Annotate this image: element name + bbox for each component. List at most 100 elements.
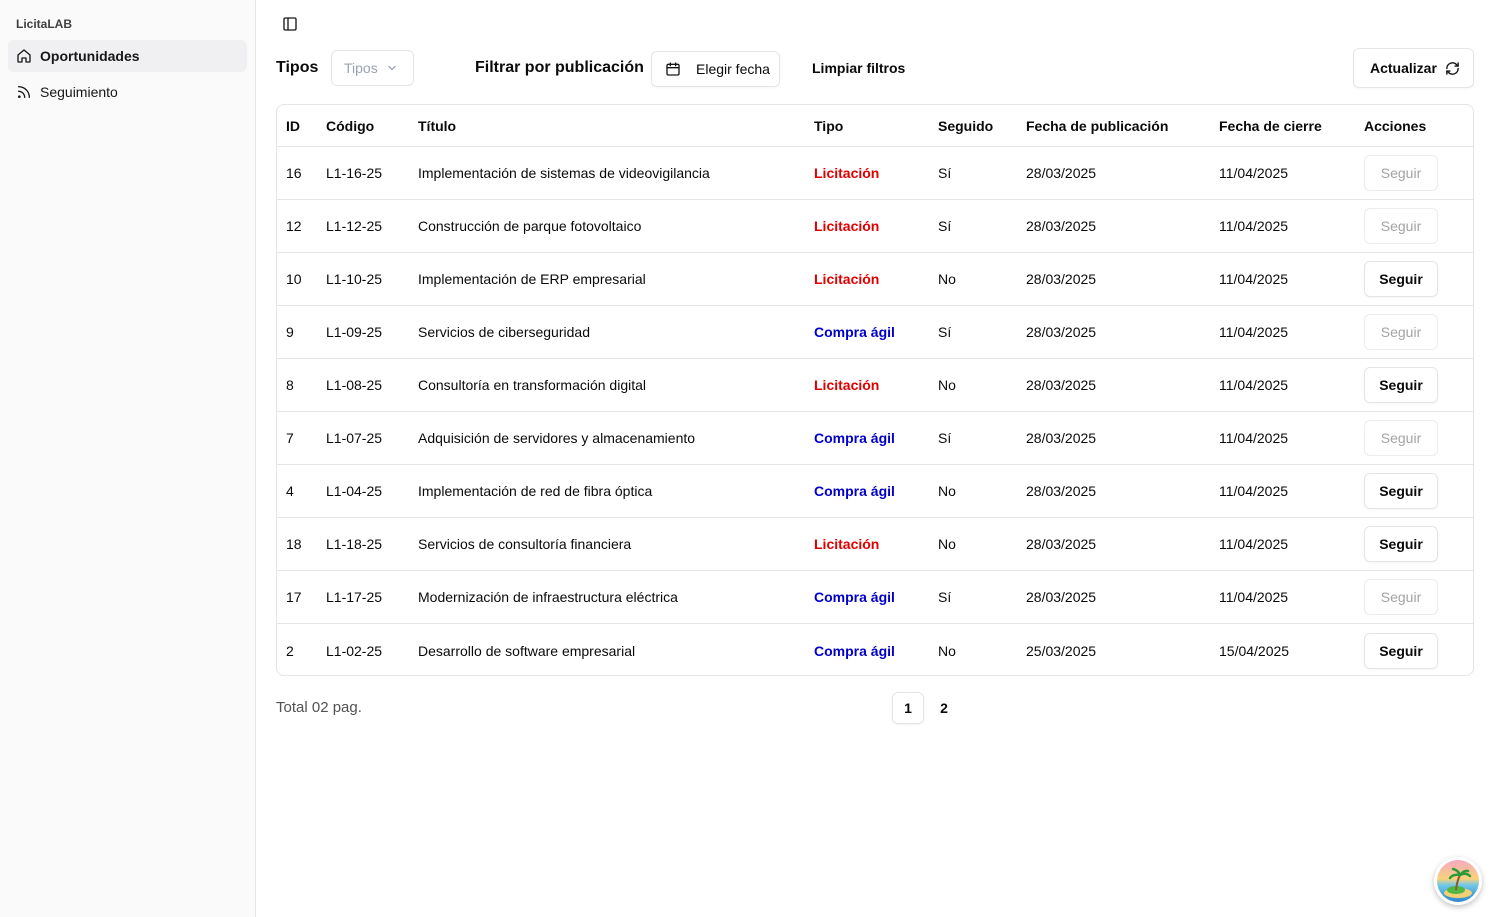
cell-titulo: Desarrollo de software empresarial — [418, 642, 636, 659]
refresh-label: Actualizar — [1370, 60, 1437, 76]
cell-fecha-publicacion: 28/03/2025 — [1026, 536, 1097, 552]
follow-button[interactable]: Seguir — [1364, 632, 1438, 669]
island-avatar-icon — [1434, 857, 1482, 905]
follow-button[interactable]: Seguir — [1364, 526, 1438, 562]
cell-acciones: Seguir — [1364, 359, 1438, 411]
table-row: 18 L1-18-25 Servicios de consultoría finan… — [277, 518, 1473, 571]
cell-codigo: L1-16-25 — [326, 165, 383, 181]
header-acciones: Acciones — [1364, 117, 1427, 134]
cell-tipo: Compra ágil — [814, 642, 895, 659]
refresh-icon — [1445, 61, 1460, 76]
cell-titulo: Adquisición de servidores y almacenamien… — [418, 430, 696, 446]
refresh-button[interactable]: Actualizar — [1353, 48, 1474, 88]
sidebar-item-label: Oportunidades — [40, 48, 140, 64]
cell-codigo: L1-07-25 — [326, 430, 383, 446]
cell-tipo: Licitación — [814, 377, 880, 393]
follow-button: Seguir — [1364, 579, 1438, 615]
cell-tipo: Licitación — [814, 536, 880, 552]
date-picker-button[interactable]: Elegir fecha — [651, 51, 780, 87]
cell-fecha-cierre: 11/04/2025 — [1219, 377, 1289, 393]
cell-tipo: Compra ágil — [814, 483, 895, 499]
cell-seguido: Sí — [938, 589, 952, 605]
cell-codigo: L1-18-25 — [326, 536, 383, 552]
follow-button[interactable]: Seguir — [1364, 261, 1438, 297]
cell-codigo: L1-10-25 — [326, 271, 383, 287]
cell-titulo: Implementación de red de fibra óptica — [418, 483, 653, 499]
cell-acciones: Seguir — [1364, 465, 1438, 517]
cell-fecha-publicacion: 28/03/2025 — [1026, 165, 1097, 181]
cell-fecha-publicacion: 28/03/2025 — [1026, 430, 1097, 446]
cell-seguido: Sí — [938, 165, 952, 181]
page-button-2[interactable]: 2 — [928, 692, 960, 724]
follow-button: Seguir — [1364, 155, 1438, 191]
cell-tipo: Licitación — [814, 271, 880, 287]
opportunities-table: ID Código Título Tipo Seguido Fecha de p… — [276, 104, 1474, 676]
table-row: 17 L1-17-25 Modernización de infraestructu… — [277, 571, 1473, 624]
cell-acciones: Seguir — [1364, 412, 1438, 464]
header-seguido: Seguido — [938, 117, 994, 134]
table-row: 16 L1-16-25 Implementación de sistemas de … — [277, 147, 1473, 200]
cell-acciones: Seguir — [1364, 518, 1438, 570]
table-row: 2 L1-02-25 Desarrollo de software empresar… — [277, 624, 1473, 675]
cell-tipo: Licitación — [814, 165, 880, 181]
sidebar-item-seguimiento[interactable]: Seguimiento — [8, 76, 247, 108]
assistant-avatar-button[interactable] — [1434, 857, 1482, 905]
cell-fecha-publicacion: 25/03/2025 — [1026, 642, 1097, 659]
cell-tipo: Compra ágil — [814, 589, 895, 605]
tipos-select[interactable]: Tipos — [331, 50, 414, 86]
cell-fecha-publicacion: 28/03/2025 — [1026, 271, 1097, 287]
cell-acciones: Seguir — [1364, 571, 1438, 623]
page-button-1[interactable]: 1 — [892, 692, 924, 724]
cell-fecha-publicacion: 28/03/2025 — [1026, 377, 1097, 393]
cell-codigo: L1-09-25 — [326, 324, 383, 340]
sidebar-item-oportunidades[interactable]: Oportunidades — [8, 40, 247, 72]
cell-titulo: Servicios de consultoría financiera — [418, 536, 632, 552]
cell-seguido: Sí — [938, 218, 952, 234]
cell-id: 16 — [286, 165, 302, 181]
cell-titulo: Servicios de ciberseguridad — [418, 324, 590, 340]
cell-seguido: No — [938, 642, 956, 659]
cell-codigo: L1-08-25 — [326, 377, 383, 393]
follow-button[interactable]: Seguir — [1364, 473, 1438, 509]
main-content: Tipos Tipos Filtrar por publicación Eleg… — [256, 0, 1494, 917]
date-picker-label: Elegir fecha — [696, 61, 770, 77]
home-icon — [16, 48, 32, 64]
cell-titulo: Modernización de infraestructura eléctri… — [418, 589, 678, 605]
sidebar: LicitaLAB Oportunidades Seguimiento — [0, 0, 256, 917]
header-titulo: Título — [418, 117, 457, 134]
cell-titulo: Implementación de ERP empresarial — [418, 271, 646, 287]
cell-seguido: No — [938, 483, 956, 499]
cell-fecha-cierre: 11/04/2025 — [1219, 324, 1289, 340]
cell-fecha-publicacion: 28/03/2025 — [1026, 589, 1097, 605]
cell-seguido: No — [938, 536, 956, 552]
table-row: 10 L1-10-25 Implementación de ERP empresar… — [277, 253, 1473, 306]
cell-codigo: L1-12-25 — [326, 218, 383, 234]
cell-id: 10 — [286, 271, 302, 287]
cell-codigo: L1-04-25 — [326, 483, 383, 499]
cell-acciones: Seguir — [1364, 147, 1438, 199]
header-id: ID — [286, 117, 300, 134]
chevron-down-icon — [386, 62, 398, 74]
cell-id: 8 — [286, 377, 294, 393]
cell-titulo: Implementación de sistemas de videovigil… — [418, 165, 710, 181]
cell-seguido: No — [938, 377, 956, 393]
panel-left-icon — [282, 16, 298, 32]
sidebar-toggle-button[interactable] — [280, 14, 300, 34]
sidebar-item-label: Seguimiento — [40, 84, 118, 100]
cell-acciones: Seguir — [1364, 624, 1438, 675]
tipos-label: Tipos — [276, 59, 319, 76]
cell-id: 2 — [286, 642, 294, 659]
cell-titulo: Construcción de parque fotovoltaico — [418, 218, 642, 234]
follow-button[interactable]: Seguir — [1364, 367, 1438, 403]
table-row: 4 L1-04-25 Implementación de red de fibra … — [277, 465, 1473, 518]
cell-id: 17 — [286, 589, 302, 605]
follow-button: Seguir — [1364, 420, 1438, 456]
cell-codigo: L1-17-25 — [326, 589, 383, 605]
cell-fecha-publicacion: 28/03/2025 — [1026, 483, 1097, 499]
clear-filters-button[interactable]: Limpiar filtros — [812, 50, 905, 86]
header-codigo: Código — [326, 117, 375, 134]
cell-fecha-cierre: 11/04/2025 — [1219, 430, 1289, 446]
cell-titulo: Consultoría en transformación digital — [418, 377, 647, 393]
cell-id: 12 — [286, 218, 302, 234]
cell-id: 4 — [286, 483, 294, 499]
